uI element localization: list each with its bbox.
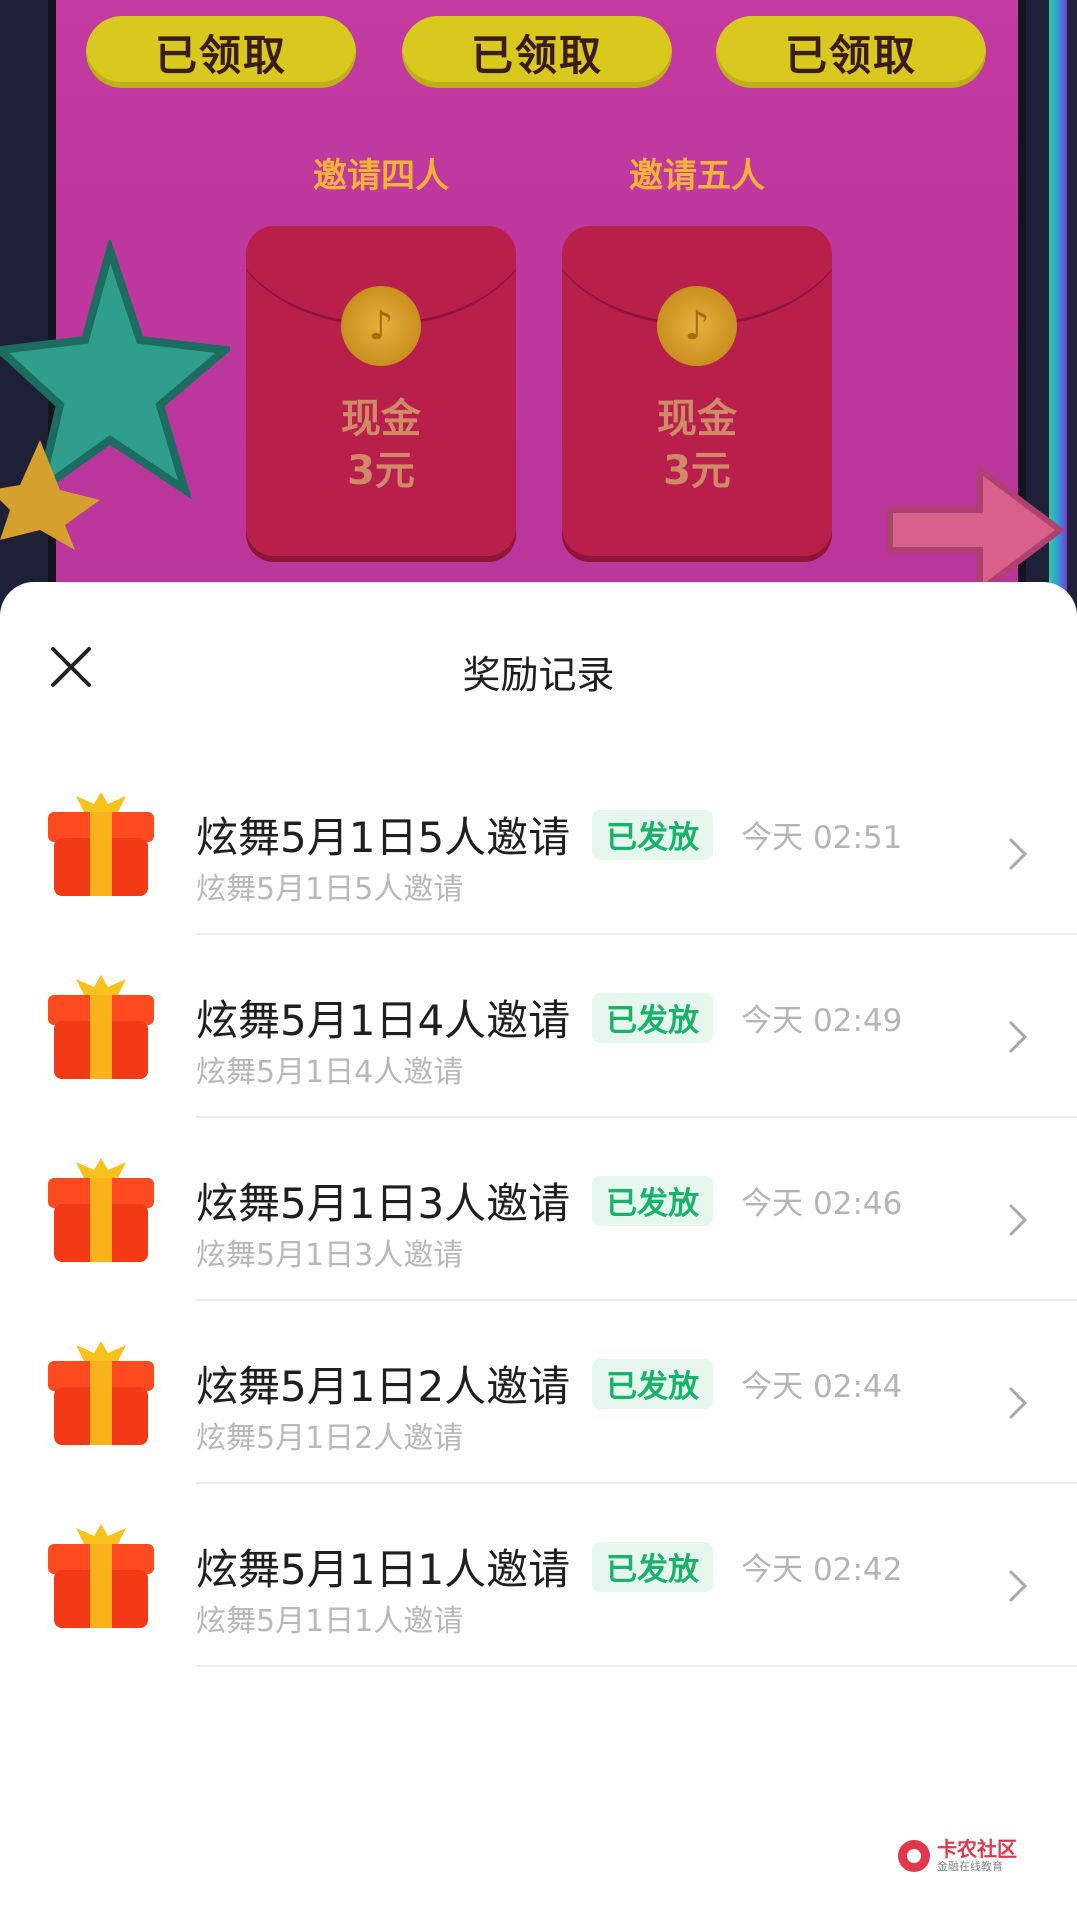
- watermark: 卡农社区 金融在线教育: [897, 1838, 1017, 1874]
- sheet-title: 奖励记录: [462, 653, 615, 697]
- record-title: 炫舞5月1日1人邀请: [196, 1545, 571, 1594]
- record-title-row: 炫舞5月1日3人邀请 已发放 今天 02:46: [196, 1170, 902, 1231]
- chevron-right-icon: [1009, 1021, 1028, 1053]
- invite-tier-title: 邀请五人: [562, 150, 832, 196]
- music-coin-icon: ♪: [657, 286, 737, 366]
- reward-label: 现金: [341, 396, 421, 442]
- watermark-text: 卡农社区 金融在线教育: [937, 1838, 1017, 1874]
- record-time: 今天 02:51: [741, 820, 903, 856]
- gift-box-icon: [48, 1524, 154, 1628]
- star-decoration-icon: [0, 240, 230, 550]
- claim-button[interactable]: 已领取: [402, 16, 672, 88]
- record-time: 今天 02:42: [741, 1552, 903, 1588]
- record-title-row: 炫舞5月1日2人邀请 已发放 今天 02:44: [196, 1353, 902, 1414]
- record-subtitle: 炫舞5月1日4人邀请: [196, 1055, 464, 1090]
- gift-box-icon: [48, 975, 154, 1079]
- red-envelope-card[interactable]: ♪ 现金 3元: [562, 226, 832, 556]
- record-title-row: 炫舞5月1日5人邀请 已发放 今天 02:51: [196, 804, 902, 865]
- claim-button[interactable]: 已领取: [716, 16, 986, 88]
- chevron-right-icon: [1009, 1570, 1028, 1602]
- status-badge: 已发放: [592, 1358, 714, 1409]
- record-subtitle: 炫舞5月1日5人邀请: [196, 872, 464, 907]
- record-body: 炫舞5月1日4人邀请 已发放 今天 02:49 炫舞5月1日4人邀请: [196, 965, 1077, 1118]
- record-time: 今天 02:44: [741, 1369, 903, 1405]
- claim-button[interactable]: 已领取: [86, 16, 356, 88]
- record-title-row: 炫舞5月1日1人邀请 已发放 今天 02:42: [196, 1536, 902, 1597]
- record-body: 炫舞5月1日5人邀请 已发放 今天 02:51 炫舞5月1日5人邀请: [196, 782, 1077, 935]
- sheet-header: 奖励记录: [0, 582, 1077, 752]
- record-time: 今天 02:49: [741, 1003, 903, 1039]
- reward-label: 现金: [657, 396, 737, 442]
- status-badge: 已发放: [592, 809, 714, 860]
- record-title: 炫舞5月1日3人邀请: [196, 1179, 571, 1228]
- gift-box-icon: [48, 1341, 154, 1445]
- record-time: 今天 02:46: [741, 1186, 903, 1222]
- reward-amount: 3元: [347, 448, 415, 494]
- chevron-right-icon: [1009, 1204, 1028, 1236]
- record-title-row: 炫舞5月1日4人邀请 已发放 今天 02:49: [196, 987, 902, 1048]
- record-body: 炫舞5月1日1人邀请 已发放 今天 02:42 炫舞5月1日1人邀请: [196, 1514, 1077, 1667]
- record-list: 炫舞5月1日5人邀请 已发放 今天 02:51 炫舞5月1日5人邀请 炫舞5月1…: [0, 752, 1077, 1667]
- status-badge: 已发放: [592, 1541, 714, 1592]
- arrow-decoration-icon: [887, 464, 1065, 590]
- gift-box-icon: [48, 792, 154, 896]
- invite-tier-title: 邀请四人: [246, 150, 516, 196]
- record-row[interactable]: 炫舞5月1日3人邀请 已发放 今天 02:46 炫舞5月1日3人邀请: [0, 1118, 1077, 1301]
- record-title: 炫舞5月1日5人邀请: [196, 813, 571, 862]
- record-subtitle: 炫舞5月1日2人邀请: [196, 1421, 464, 1456]
- chevron-right-icon: [1009, 838, 1028, 870]
- gift-box-icon: [48, 1158, 154, 1262]
- reward-records-sheet: 奖励记录 炫舞5月1日5人邀请 已发放 今天 02:51 炫舞5月1日5人邀请: [0, 582, 1077, 1931]
- record-row[interactable]: 炫舞5月1日2人邀请 已发放 今天 02:44 炫舞5月1日2人邀请: [0, 1301, 1077, 1484]
- watermark-logo-icon: [898, 1840, 930, 1872]
- music-coin-icon: ♪: [341, 286, 421, 366]
- record-body: 炫舞5月1日2人邀请 已发放 今天 02:44 炫舞5月1日2人邀请: [196, 1331, 1077, 1484]
- record-row[interactable]: 炫舞5月1日5人邀请 已发放 今天 02:51 炫舞5月1日5人邀请: [0, 752, 1077, 935]
- record-subtitle: 炫舞5月1日3人邀请: [196, 1238, 464, 1273]
- watermark-sub: 金融在线教育: [937, 1860, 1003, 1873]
- watermark-main: 卡农社区: [937, 1837, 1017, 1861]
- record-subtitle: 炫舞5月1日1人邀请: [196, 1604, 464, 1639]
- reward-amount: 3元: [663, 448, 731, 494]
- status-badge: 已发放: [592, 992, 714, 1043]
- background-promo: 已领取 已领取 已领取 邀请四人 邀请五人 ♪ 现金 3元 ♪ 现金 3元: [0, 0, 1077, 640]
- chevron-right-icon: [1009, 1387, 1028, 1419]
- record-row[interactable]: 炫舞5月1日1人邀请 已发放 今天 02:42 炫舞5月1日1人邀请: [0, 1484, 1077, 1667]
- record-title: 炫舞5月1日2人邀请: [196, 1362, 571, 1411]
- record-title: 炫舞5月1日4人邀请: [196, 996, 571, 1045]
- status-badge: 已发放: [592, 1175, 714, 1226]
- record-row[interactable]: 炫舞5月1日4人邀请 已发放 今天 02:49 炫舞5月1日4人邀请: [0, 935, 1077, 1118]
- red-envelope-card[interactable]: ♪ 现金 3元: [246, 226, 516, 556]
- record-body: 炫舞5月1日3人邀请 已发放 今天 02:46 炫舞5月1日3人邀请: [196, 1148, 1077, 1301]
